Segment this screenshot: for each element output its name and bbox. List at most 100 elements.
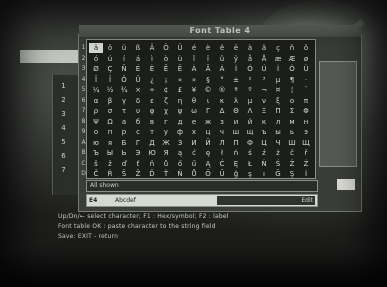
glyph-cell[interactable]: ű (187, 159, 201, 169)
glyph-cell[interactable]: ζ (159, 96, 173, 106)
glyph-cell[interactable]: Ň (173, 169, 187, 179)
glyph-cell[interactable]: η (173, 96, 187, 106)
glyph-cell[interactable]: ö (103, 43, 117, 53)
glyph-cell[interactable]: Ω (103, 117, 117, 127)
glyph-cell[interactable]: Ů (187, 169, 201, 179)
glyph-cell[interactable]: Ñ (117, 64, 131, 74)
glyph-cell[interactable]: î (187, 54, 201, 64)
glyph-cell[interactable]: χ (159, 106, 173, 116)
glyph-cell[interactable]: Ø (89, 64, 103, 74)
glyph-cell[interactable]: σ (103, 106, 117, 116)
glyph-cell[interactable]: Ę (229, 159, 243, 169)
glyph-cell[interactable]: ü (117, 43, 131, 53)
glyph-cell[interactable]: è (201, 43, 215, 53)
glyph-cell[interactable]: з (215, 117, 229, 127)
glyph-cell[interactable]: α (89, 96, 103, 106)
glyph-cell[interactable]: а (117, 117, 131, 127)
glyph-cell[interactable]: е (187, 117, 201, 127)
glyph-cell[interactable]: Ü (173, 43, 187, 53)
glyph-cell[interactable]: И (187, 138, 201, 148)
glyph-cell[interactable]: İ (299, 169, 313, 179)
glyph-cell[interactable]: ł (215, 148, 229, 158)
glyph-cell[interactable]: ú (103, 54, 117, 64)
glyph-cell[interactable]: Ï (103, 75, 117, 85)
glyph-cell[interactable]: ρ (89, 106, 103, 116)
glyph-cell[interactable]: Ń (257, 159, 271, 169)
glyph-cell[interactable]: ď (117, 159, 131, 169)
glyph-cell[interactable]: ů (159, 159, 173, 169)
glyph-cell[interactable]: ß (131, 43, 145, 53)
glyph-cell[interactable]: Ы (103, 148, 117, 158)
glyph-cell[interactable]: ψ (173, 106, 187, 116)
glyph-cell[interactable]: Σ (285, 106, 299, 116)
glyph-cell[interactable]: ó (89, 54, 103, 64)
glyph-cell[interactable]: ц (201, 127, 215, 137)
glyph-cell[interactable]: Č (89, 169, 103, 179)
glyph-cell[interactable]: ť (131, 159, 145, 169)
glyph-cell[interactable]: Ψ (89, 117, 103, 127)
glyph-cell[interactable]: б (131, 117, 145, 127)
glyph-cell[interactable]: ň (145, 159, 159, 169)
glyph-cell[interactable]: ¢ (159, 85, 173, 95)
glyph-cell[interactable]: м (285, 117, 299, 127)
glyph-cell[interactable]: п (103, 127, 117, 137)
glyph-cell[interactable]: Я (159, 148, 173, 158)
glyph-cell[interactable]: ы (271, 127, 285, 137)
glyph-cell[interactable]: ÷ (145, 85, 159, 95)
glyph-cell[interactable]: é (187, 43, 201, 53)
glyph-cell[interactable]: ш (229, 127, 243, 137)
glyph-cell[interactable]: ë (229, 43, 243, 53)
glyph-cell[interactable]: ¿ (145, 75, 159, 85)
glyph-cell[interactable]: ć (187, 148, 201, 158)
glyph-cell[interactable]: ¨ (299, 85, 313, 95)
glyph-cell[interactable]: Ä (145, 43, 159, 53)
glyph-cell[interactable]: Š (117, 169, 131, 179)
glyph-cell[interactable]: μ (243, 96, 257, 106)
glyph-cell[interactable]: Ř (103, 169, 117, 179)
glyph-cell[interactable]: ч (215, 127, 229, 137)
glyph-cell[interactable]: Б (117, 138, 131, 148)
glyph-cell[interactable]: Ť (159, 169, 173, 179)
filter-bar[interactable]: All shown (86, 180, 318, 192)
glyph-cell[interactable]: у (159, 127, 173, 137)
glyph-cell[interactable]: я (103, 138, 117, 148)
glyph-cell[interactable]: ι (201, 96, 215, 106)
glyph-cell[interactable]: ø (299, 54, 313, 64)
glyph-cell[interactable]: Ò (285, 64, 299, 74)
glyph-cell[interactable]: û (215, 54, 229, 64)
glyph-cell[interactable]: ф (173, 127, 187, 137)
glyph-cell[interactable]: Ö (159, 43, 173, 53)
glyph-cell[interactable]: · (299, 75, 313, 85)
glyph-cell[interactable]: Ë (173, 64, 187, 74)
glyph-cell[interactable]: э (299, 127, 313, 137)
glyph-cell[interactable]: τ (117, 106, 131, 116)
glyph-cell[interactable]: З (173, 138, 187, 148)
glyph-cell[interactable]: À (187, 64, 201, 74)
glyph-cell[interactable]: Á (215, 64, 229, 74)
glyph-cell[interactable]: г (159, 117, 173, 127)
string-edit-field[interactable]: E4 Abcdef Edit (86, 194, 318, 207)
glyph-cell[interactable]: Θ (229, 106, 243, 116)
glyph-cell[interactable]: Д (145, 138, 159, 148)
glyph-cell[interactable]: н (299, 117, 313, 127)
glyph-cell[interactable]: ¡ (159, 75, 173, 85)
glyph-cell[interactable]: θ (187, 96, 201, 106)
glyph-cell[interactable]: ò (159, 54, 173, 64)
glyph-cell[interactable]: λ (229, 96, 243, 106)
glyph-cell[interactable]: ş (243, 169, 257, 179)
glyph-cell[interactable]: Ч (271, 138, 285, 148)
glyph-cell[interactable]: ξ (271, 96, 285, 106)
glyph-cell[interactable]: Ж (159, 138, 173, 148)
glyph-cell[interactable]: § (201, 75, 215, 85)
glyph-cell[interactable]: ² (243, 75, 257, 85)
glyph-cell[interactable]: © (201, 85, 215, 95)
glyph-cell[interactable]: µ (271, 75, 285, 85)
glyph-cell[interactable]: Â (201, 64, 215, 74)
glyph-cell[interactable]: Ю (145, 148, 159, 158)
glyph-cell[interactable]: к (257, 117, 271, 127)
glyph-cell[interactable]: ½ (103, 85, 117, 95)
glyph-cell[interactable]: ¥ (187, 85, 201, 95)
glyph-cell[interactable]: ν (257, 96, 271, 106)
glyph-cell[interactable]: ¾ (117, 85, 131, 95)
side-panel-button[interactable] (337, 179, 355, 190)
